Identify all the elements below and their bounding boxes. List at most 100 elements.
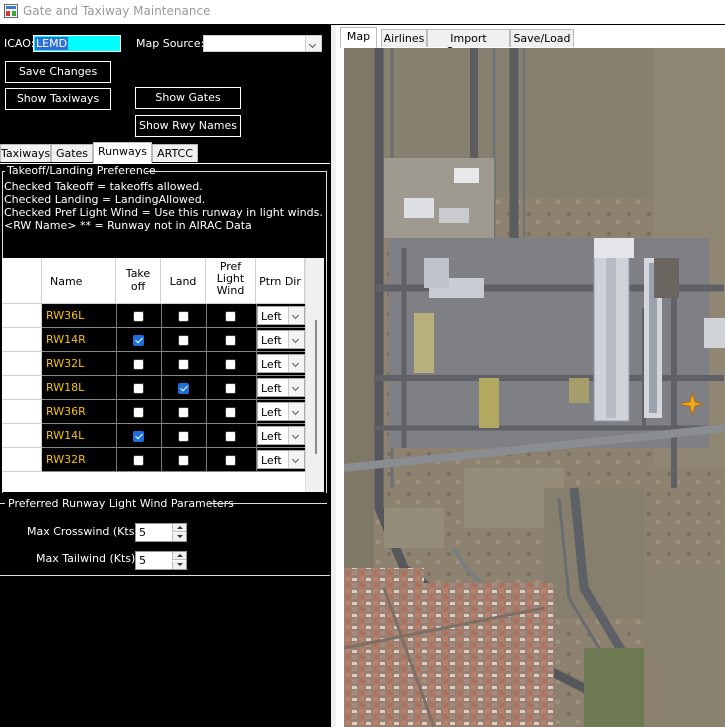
col-header-ptrn-dir[interactable]: Ptrn Dir: [256, 258, 305, 304]
cell-divider: [116, 448, 117, 472]
takeoff-checkbox[interactable]: [133, 431, 144, 442]
pref-checkbox[interactable]: [225, 455, 236, 466]
row-header[interactable]: [2, 400, 42, 424]
airport-map[interactable]: [344, 48, 725, 727]
row-header[interactable]: [2, 328, 42, 352]
takeoff-checkbox[interactable]: [133, 311, 144, 322]
ptrn-dir-value: Left: [261, 358, 282, 371]
takeoff-checkbox[interactable]: [133, 359, 144, 370]
row-header[interactable]: [2, 448, 42, 472]
max-tailwind-label: Max Tailwind (Kts):: [36, 552, 140, 565]
row-header[interactable]: [2, 376, 42, 400]
show-rwy-names-button[interactable]: Show Rwy Names: [135, 115, 241, 137]
increment-icon[interactable]: [172, 552, 186, 560]
show-taxiways-button[interactable]: Show Taxiways: [5, 88, 111, 110]
pref-checkbox[interactable]: [225, 311, 236, 322]
tab-airlines[interactable]: Airlines: [381, 29, 427, 47]
icao-field[interactable]: LEMD: [33, 35, 121, 52]
max-tailwind-value: 5: [139, 554, 146, 567]
pref-checkbox[interactable]: [225, 383, 236, 394]
tab-save-load[interactable]: Save/Load: [510, 29, 574, 47]
light-wind-group-line-right: [209, 503, 327, 504]
show-gates-button[interactable]: Show Gates: [135, 87, 241, 109]
col-header-takeoff[interactable]: Take off: [116, 258, 161, 304]
ptrn-dir-select[interactable]: Left: [257, 426, 305, 445]
ptrn-dir-value: Left: [261, 430, 282, 443]
land-checkbox[interactable]: [178, 407, 189, 418]
row-header[interactable]: [2, 424, 42, 448]
cell-divider: [116, 424, 117, 448]
land-checkbox[interactable]: [178, 359, 189, 370]
table-row: RW36L Left: [2, 304, 305, 328]
col-header-name[interactable]: Name: [42, 258, 116, 304]
land-checkbox[interactable]: [178, 335, 189, 346]
pref-checkbox[interactable]: [225, 359, 236, 370]
tab-runways[interactable]: Runways: [93, 142, 152, 163]
note-airac: <RW Name> ** = Runway not in AIRAC Data: [4, 219, 252, 232]
takeoff-checkbox[interactable]: [133, 335, 144, 346]
cell-divider: [116, 400, 117, 424]
pref-checkbox[interactable]: [225, 407, 236, 418]
chevron-down-icon: [305, 36, 321, 51]
grid-empty-area: [2, 472, 305, 492]
window-title: Gate and Taxiway Maintenance: [23, 4, 211, 18]
table-row: RW14R Left: [2, 328, 305, 352]
land-checkbox[interactable]: [178, 431, 189, 442]
takeoff-landing-group-title: Takeoff/Landing Preference: [7, 164, 156, 177]
decrement-icon[interactable]: [172, 561, 186, 569]
cell-divider: [161, 400, 162, 424]
left-panel-bottom-border: [0, 575, 330, 576]
table-row: RW18L Left: [2, 376, 305, 400]
ptrn-dir-value: Left: [261, 382, 282, 395]
table-row: RW36R Left: [2, 400, 305, 424]
right-tab-strip: Map Airlines Import Scenery Save/Load: [338, 27, 725, 58]
runway-grid: Name Take off Land Pref Light Wind Ptrn …: [2, 258, 324, 492]
table-row: RW32R Left: [2, 448, 305, 472]
ptrn-dir-select[interactable]: Left: [257, 450, 305, 469]
left-tab-strip: Taxiways Gates Runways ARTCC: [0, 142, 330, 163]
ptrn-dir-select[interactable]: Left: [257, 378, 305, 397]
tab-gates[interactable]: Gates: [51, 144, 93, 162]
ptrn-dir-select[interactable]: Left: [257, 402, 305, 421]
max-crosswind-value: 5: [139, 526, 146, 539]
grid-scrollbar-thumb[interactable]: [315, 320, 317, 454]
land-checkbox[interactable]: [178, 455, 189, 466]
aircraft-icon[interactable]: [679, 391, 705, 417]
ptrn-dir-select[interactable]: Left: [257, 354, 305, 373]
takeoff-checkbox[interactable]: [133, 455, 144, 466]
grid-scrollbar[interactable]: [305, 258, 324, 492]
runway-name-cell[interactable]: RW36L: [46, 309, 84, 322]
runway-name-cell[interactable]: RW14L: [46, 429, 84, 442]
ptrn-dir-select[interactable]: Left: [257, 330, 305, 349]
runway-name-cell[interactable]: RW14R: [46, 333, 86, 346]
save-changes-button[interactable]: Save Changes: [5, 61, 111, 83]
col-header-pref-light-wind[interactable]: Pref Light Wind: [206, 258, 256, 304]
tab-artcc[interactable]: ARTCC: [152, 144, 198, 162]
takeoff-checkbox[interactable]: [133, 383, 144, 394]
pref-checkbox[interactable]: [225, 335, 236, 346]
runway-name-cell[interactable]: RW18L: [46, 381, 84, 394]
group-line-right: [146, 171, 327, 172]
cell-divider: [161, 424, 162, 448]
pref-checkbox[interactable]: [225, 431, 236, 442]
tab-map[interactable]: Map: [340, 27, 377, 48]
land-checkbox[interactable]: [178, 311, 189, 322]
row-header[interactable]: [2, 352, 42, 376]
map-source-select[interactable]: [203, 35, 322, 52]
tab-taxiways[interactable]: Taxiways: [0, 144, 51, 162]
land-checkbox[interactable]: [178, 383, 189, 394]
increment-icon[interactable]: [172, 524, 186, 532]
runway-name-cell[interactable]: RW36R: [46, 405, 86, 418]
col-header-land[interactable]: Land: [161, 258, 206, 304]
ptrn-dir-select[interactable]: Left: [257, 306, 305, 325]
icao-field-value: LEMD: [35, 37, 69, 50]
takeoff-checkbox[interactable]: [133, 407, 144, 418]
tab-import-scenery[interactable]: Import Scenery: [427, 29, 510, 58]
runway-name-cell[interactable]: RW32R: [46, 453, 86, 466]
chevron-down-icon: [288, 379, 304, 396]
decrement-icon[interactable]: [172, 533, 186, 541]
max-crosswind-stepper[interactable]: 5: [135, 523, 187, 542]
runway-name-cell[interactable]: RW32L: [46, 357, 84, 370]
row-header[interactable]: [2, 304, 42, 328]
max-tailwind-stepper[interactable]: 5: [135, 551, 187, 570]
